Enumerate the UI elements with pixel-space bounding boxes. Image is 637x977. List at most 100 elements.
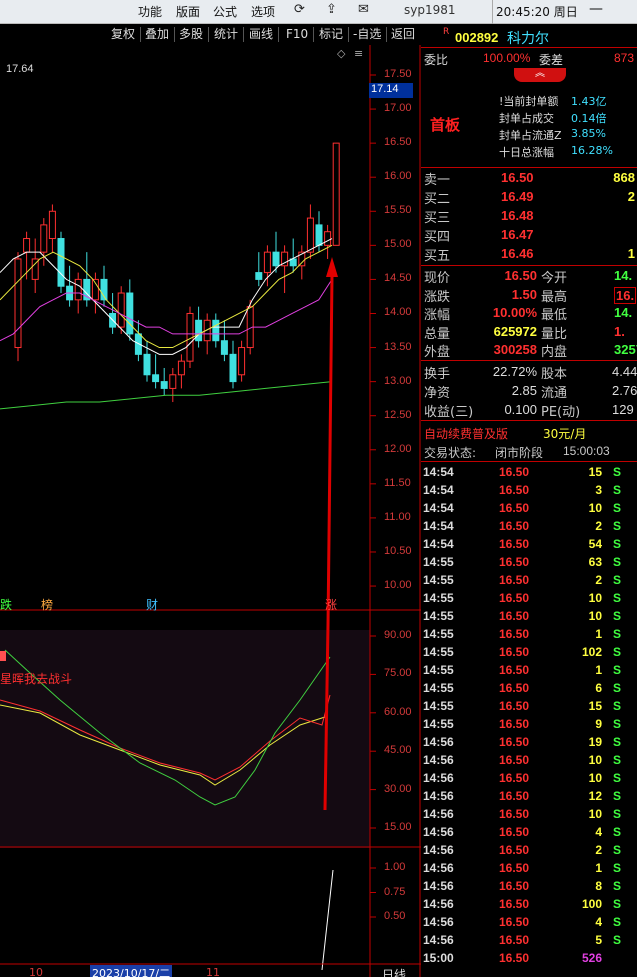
toolbar-f10[interactable]: F10 xyxy=(283,25,311,44)
tick-price: 16.50 xyxy=(499,573,530,587)
tick-price: 16.50 xyxy=(499,879,530,893)
toolbar-back[interactable]: 返回 xyxy=(388,25,418,44)
candle-body xyxy=(332,142,340,246)
orderbook-label: 卖一 xyxy=(424,173,451,188)
refresh-icon[interactable]: ⟳ xyxy=(294,2,305,17)
menu-formula[interactable]: 公式 xyxy=(213,3,237,20)
promo-price[interactable]: 30元/月 xyxy=(543,425,586,442)
tick-side: S xyxy=(613,717,622,731)
quote-value: 10.00% xyxy=(492,305,537,321)
orderbook-volume: 1 xyxy=(627,246,635,261)
tick-time: 14:56 xyxy=(423,915,454,929)
tick-time: 14:56 xyxy=(423,861,454,875)
stock-code: 002892 xyxy=(455,30,499,45)
vol-tick-label: 1.00 xyxy=(384,861,406,873)
tick-volume: 102 xyxy=(581,645,602,659)
quote-value: 1. xyxy=(614,323,625,339)
tick-row: 14:56 16.50 4 S xyxy=(421,914,637,932)
quote-label: 总量 xyxy=(424,326,451,342)
orderbook-row[interactable]: 买四 16.47 xyxy=(421,226,637,245)
tick-volume: 100 xyxy=(581,897,602,911)
orderbook-row[interactable]: 买五 16.46 1 xyxy=(421,245,637,264)
candle-body xyxy=(177,360,185,376)
candle-body xyxy=(48,210,56,240)
price-tick-label: 17.00 xyxy=(384,102,412,115)
tick-time: 14:54 xyxy=(423,519,454,533)
period-label[interactable]: 日线 xyxy=(382,966,406,977)
stats-value: 22.72% xyxy=(492,364,537,379)
orderbook-row[interactable]: 卖一 16.50 868 xyxy=(421,169,637,188)
minimize-button[interactable]: — xyxy=(589,1,603,17)
candle-body xyxy=(169,374,177,389)
quote-row: 涨幅 10.00% 最低 14. xyxy=(421,304,637,324)
price-tick-label: 14.50 xyxy=(384,272,412,285)
price-tick-label: 13.00 xyxy=(384,374,412,387)
quote-value: 16.50 xyxy=(504,268,537,283)
tick-row: 14:54 16.50 3 S xyxy=(421,482,637,500)
tick-price: 16.50 xyxy=(499,555,530,569)
quote-panel: R 002892 科力尔 委比 100.00% 委差 873 ︽ 首板 !当前封… xyxy=(421,24,637,977)
event-label-rank[interactable]: 榜 xyxy=(41,596,53,613)
toolbar-separator xyxy=(386,27,387,42)
seal-info-value: 1.43亿 xyxy=(571,95,607,108)
toolbar-overlay[interactable]: 叠加 xyxy=(142,25,172,44)
date-cursor-label: 2023/10/17/二 xyxy=(90,965,173,977)
event-label-finance[interactable]: 财 xyxy=(146,596,158,613)
tick-time: 14:54 xyxy=(423,501,454,515)
mail-icon[interactable]: ✉ xyxy=(358,2,369,17)
menu-function[interactable]: 功能 xyxy=(138,3,162,20)
quote-row: 涨跌 1.50 最高 16. xyxy=(421,286,637,305)
tick-volume: 19 xyxy=(588,735,602,749)
toolbar-mark[interactable]: 标记 xyxy=(316,25,346,44)
tick-price: 16.50 xyxy=(499,483,530,497)
tick-side: S xyxy=(613,735,622,749)
orderbook-label: 买二 xyxy=(424,192,451,207)
promo-text[interactable]: 自动续费普及版 xyxy=(424,425,508,442)
toolbar-fuquan[interactable]: 复权 xyxy=(108,25,138,44)
vol-tick-label: 0.50 xyxy=(384,910,406,922)
menu-options[interactable]: 选项 xyxy=(251,3,275,20)
tick-row: 14:54 16.50 15 S xyxy=(421,464,637,482)
title-divider xyxy=(492,0,493,24)
tick-volume: 526 xyxy=(581,951,602,965)
tick-time: 14:55 xyxy=(423,717,454,731)
collapse-icon[interactable]: ︽ xyxy=(514,68,566,82)
tick-row: 14:54 16.50 54 S xyxy=(421,536,637,554)
tick-volume: 2 xyxy=(595,843,602,857)
orderbook-row[interactable]: 买二 16.49 2 xyxy=(421,188,637,207)
toolbar-stats[interactable]: 统计 xyxy=(211,25,241,44)
tick-volume: 12 xyxy=(588,789,602,803)
candle-body xyxy=(126,292,134,335)
tick-time: 14:54 xyxy=(423,537,454,551)
price-tick-label: 12.50 xyxy=(384,408,412,421)
tick-volume: 9 xyxy=(595,717,602,731)
tick-side: S xyxy=(613,681,622,695)
toolbar-multi[interactable]: 多股 xyxy=(176,25,206,44)
tick-side: S xyxy=(613,753,622,767)
tick-price: 16.50 xyxy=(499,501,530,515)
stats-label: 流通 xyxy=(541,386,568,401)
clock: 20:45:20 周日 xyxy=(496,5,578,19)
tick-side: S xyxy=(613,645,622,659)
upload-icon[interactable]: ⇪ xyxy=(326,2,337,17)
stats-label: 收益(三) xyxy=(424,405,474,420)
orderbook-row[interactable]: 买三 16.48 xyxy=(421,207,637,226)
tick-volume: 10 xyxy=(588,501,602,515)
kline-chart[interactable]: ◇ ≡ xyxy=(0,45,421,977)
tick-time: 14:56 xyxy=(423,843,454,857)
quote-label: 最低 xyxy=(541,308,568,324)
menu-icon: ≡ xyxy=(354,47,363,60)
tick-volume: 8 xyxy=(595,879,602,893)
tick-row: 14:55 16.50 2 S xyxy=(421,572,637,590)
toolbar-remove-watch[interactable]: -自选 xyxy=(350,25,384,44)
tick-row: 14:54 16.50 10 S xyxy=(421,500,637,518)
toolbar-separator xyxy=(140,27,141,42)
event-label-limit-up[interactable]: 涨 xyxy=(325,596,337,613)
seal-info-value: 16.28% xyxy=(571,144,613,157)
tick-row: 14:55 16.50 15 S xyxy=(421,698,637,716)
event-label-drop[interactable]: 跌 xyxy=(0,596,12,613)
tick-time: 14:55 xyxy=(423,681,454,695)
menu-layout[interactable]: 版面 xyxy=(176,3,200,20)
toolbar-draw[interactable]: 画线 xyxy=(246,25,276,44)
tick-row: 14:55 16.50 102 S xyxy=(421,644,637,662)
